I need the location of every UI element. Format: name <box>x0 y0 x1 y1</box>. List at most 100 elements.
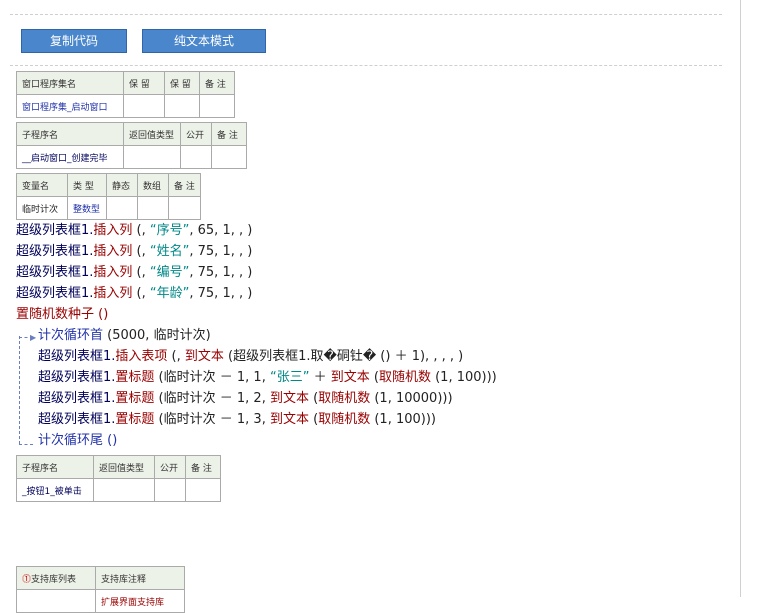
string-literal: “年龄” <box>149 286 190 301</box>
warning-icon: ⓵ <box>22 574 32 585</box>
table-cell <box>185 478 221 502</box>
sub-name-cell[interactable]: _按钮1_被单击 <box>16 478 94 502</box>
col-library-list: ⓵支持库列表 <box>16 566 96 590</box>
code-text: (1, 100))) <box>430 370 497 385</box>
code-text: (临时计次 － 1, 3, <box>154 412 270 427</box>
string-literal: “姓名” <box>149 244 190 259</box>
col-notes: 备 注 <box>168 173 201 197</box>
code-text: , 75, 1, , ) <box>189 244 253 259</box>
code-line: 超级列表框1.置标题 (临时计次 － 1, 3, 到文本 (取随机数 (1, 1… <box>38 410 436 430</box>
method-name: 置标题 <box>115 412 155 427</box>
code-text: (临时计次 － 1, 2, <box>154 391 270 406</box>
code-line: 超级列表框1.插入列 (, “序号”, 65, 1, , ) <box>16 221 252 241</box>
toolbar-divider <box>10 65 722 66</box>
col-notes: 备 注 <box>211 122 247 146</box>
function-name: 到文本 <box>269 391 309 406</box>
assembly-name-cell[interactable]: 窗口程序集_启动窗口 <box>16 94 124 118</box>
sub-name-cell[interactable]: __启动窗口_创建完毕 <box>16 145 124 169</box>
object-ref: 超级列表框1. <box>38 370 116 385</box>
col-sub-name: 子程序名 <box>16 122 124 146</box>
code-text: (, <box>132 286 150 301</box>
col-return-type: 返回值类型 <box>93 455 155 479</box>
table-cell <box>164 94 200 118</box>
function-name: 到文本 <box>184 349 224 364</box>
code-text: (1, 10000))) <box>370 391 453 406</box>
col-reserved-1: 保 留 <box>123 71 165 95</box>
code-text: ( <box>308 412 319 427</box>
code-text: , 65, 1, , ) <box>189 223 253 238</box>
object-ref: 超级列表框1. <box>16 265 94 280</box>
code-text: (, <box>132 223 150 238</box>
table-cell <box>199 94 235 118</box>
col-notes: 备 注 <box>185 455 221 479</box>
copy-code-button[interactable]: 复制代码 <box>21 29 127 53</box>
code-line: 置随机数种子 () <box>16 307 109 322</box>
code-text: ( <box>308 391 319 406</box>
object-ref: 超级列表框1. <box>38 391 116 406</box>
code-text: ＋ <box>309 370 331 385</box>
var-type-cell[interactable]: 整数型 <box>67 196 107 220</box>
object-ref: 超级列表框1. <box>16 223 94 238</box>
col-reserved-2: 保 留 <box>164 71 200 95</box>
code-text: (5000, 临时计次) <box>103 328 211 343</box>
method-name: 置标题 <box>115 391 155 406</box>
col-library-list-label: 支持库列表 <box>31 574 77 585</box>
arrow-right-icon: ▶ <box>30 333 37 342</box>
top-divider <box>10 14 722 15</box>
code-text: (1, 100))) <box>370 412 436 427</box>
code-line: 超级列表框1.置标题 (临时计次 － 1, 1, “张三” ＋ 到文本 (取随机… <box>38 368 497 388</box>
method-name: 插入表项 <box>115 349 168 364</box>
string-literal: “序号” <box>149 223 190 238</box>
code-line: 计次循环首 (5000, 临时计次) <box>38 326 211 346</box>
table-cell <box>211 145 247 169</box>
library-note-cell: 扩展界面支持库 <box>95 589 185 613</box>
col-return-type: 返回值类型 <box>123 122 181 146</box>
object-ref: 超级列表框1. <box>16 244 94 259</box>
table-cell <box>154 478 186 502</box>
table-cell <box>168 196 201 220</box>
method-name: 插入列 <box>93 286 133 301</box>
function-name: 到文本 <box>330 370 370 385</box>
function-name: 到文本 <box>269 412 309 427</box>
object-ref: 超级列表框1. <box>16 286 94 301</box>
var-name-cell[interactable]: 临时计次 <box>16 196 68 220</box>
col-type: 类 型 <box>67 173 107 197</box>
subroutine-table: 子程序名 返回值类型 公开 备 注 __启动窗口_创建完毕 <box>16 122 247 169</box>
col-static: 静态 <box>106 173 138 197</box>
table-cell <box>180 145 212 169</box>
code-text: ( <box>369 370 379 385</box>
method-name: 插入列 <box>93 265 133 280</box>
loop-guide-bottom <box>19 444 33 445</box>
function-name: 取随机数 <box>378 370 431 385</box>
code-text: (, <box>132 244 150 259</box>
code-text: , 75, 1, , ) <box>189 286 253 301</box>
table-cell <box>16 589 96 613</box>
right-divider <box>740 0 741 597</box>
col-public: 公开 <box>154 455 186 479</box>
col-library-notes: 支持库注释 <box>95 566 185 590</box>
code-text: (超级列表框1.取�硐钍� () ＋ 1), , , , ) <box>223 349 464 364</box>
table-cell <box>137 196 169 220</box>
table-cell <box>123 94 165 118</box>
string-literal: “张三” <box>269 370 310 385</box>
col-public: 公开 <box>180 122 212 146</box>
object-ref: 超级列表框1. <box>38 349 116 364</box>
function-name: 取随机数 <box>318 391 371 406</box>
string-literal: “编号” <box>149 265 190 280</box>
code-line: 超级列表框1.置标题 (临时计次 － 1, 2, 到文本 (取随机数 (1, 1… <box>38 389 453 409</box>
method-name: 置标题 <box>115 370 155 385</box>
code-text: (, <box>167 349 185 364</box>
col-array: 数组 <box>137 173 169 197</box>
code-line: 超级列表框1.插入列 (, “姓名”, 75, 1, , ) <box>16 242 252 262</box>
col-notes: 备 注 <box>199 71 235 95</box>
text-mode-button[interactable]: 纯文本模式 <box>142 29 266 53</box>
code-line: 计次循环尾 () <box>38 433 118 448</box>
method-name: 插入列 <box>93 244 133 259</box>
code-line: 超级列表框1.插入表项 (, 到文本 (超级列表框1.取�硐钍� () ＋ 1)… <box>38 347 463 367</box>
code-text: (临时计次 － 1, 1, <box>154 370 270 385</box>
table-cell <box>106 196 138 220</box>
window-assembly-table: 窗口程序集名 保 留 保 留 备 注 窗口程序集_启动窗口 <box>16 71 235 118</box>
function-name: 取随机数 <box>318 412 371 427</box>
method-name: 插入列 <box>93 223 133 238</box>
loop-keyword: 计次循环首 <box>38 328 104 343</box>
